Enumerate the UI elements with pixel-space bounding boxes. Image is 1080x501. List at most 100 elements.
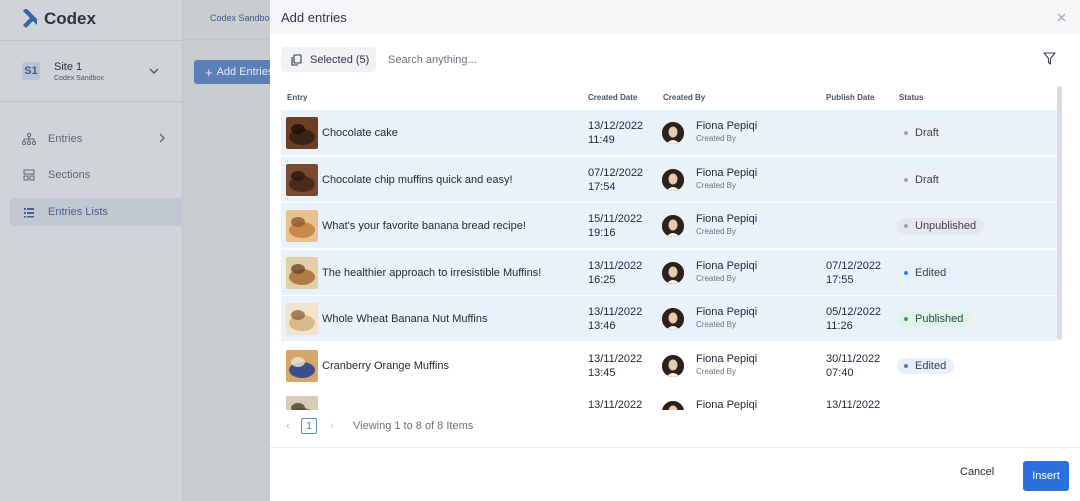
- entries-table: Entry Created Date Created By Publish Da…: [281, 84, 1057, 410]
- author-role: Created By: [696, 134, 737, 143]
- author-name: Fiona Pepiqi: [696, 259, 758, 272]
- cancel-button[interactable]: Cancel: [960, 466, 994, 478]
- created-date-time: 13:46: [588, 320, 616, 332]
- publish-date-time: 11:26: [826, 320, 853, 332]
- table-row[interactable]: Chocolate cake 13/12/2022 11:49 Fiona Pepiq…: [281, 110, 1057, 156]
- created-date-time: 17:54: [588, 180, 616, 193]
- sidebar-item-label: Entries: [48, 133, 83, 145]
- table-scrollbar[interactable]: [1057, 86, 1062, 340]
- publish-date-day: 13/11/2022: [826, 399, 881, 410]
- publish-date: 30/11/2022 07:40: [826, 352, 880, 380]
- status-dot: [904, 224, 908, 228]
- modal-title: Add entries: [281, 10, 347, 25]
- status-label: Edited: [915, 266, 947, 279]
- created-date-day: 13/11/2022: [588, 399, 643, 410]
- entry-title: Cranberry Orange Muffins: [322, 359, 449, 372]
- copy-icon: [291, 53, 302, 66]
- chevron-right-icon: [159, 132, 165, 146]
- site-switcher[interactable]: S1 Site 1 Codex Sandbox: [0, 40, 183, 102]
- chevron-right-icon[interactable]: ›: [325, 420, 339, 432]
- modal-header: Add entries: [270, 0, 1080, 34]
- created-date-day: 13/11/2022: [588, 259, 643, 272]
- logo: Codex: [22, 9, 96, 29]
- sidebar-item-label: Entries Lists: [48, 206, 108, 218]
- plus-icon: +: [205, 64, 213, 80]
- column-header-publish-date[interactable]: Publish Date: [826, 93, 874, 102]
- author-name: Fiona Pepiqi: [696, 213, 758, 225]
- column-header-entry[interactable]: Entry: [287, 93, 307, 102]
- search-input[interactable]: [388, 47, 1018, 72]
- avatar: [662, 308, 684, 330]
- table-row[interactable]: What's your favorite banana bread recipe…: [281, 203, 1057, 249]
- sidebar-item-sections[interactable]: Sections: [10, 161, 183, 189]
- add-entries-label: Add Entries: [216, 66, 274, 78]
- selected-button[interactable]: Selected (5): [281, 47, 376, 72]
- status-label: Unpublished: [915, 220, 977, 232]
- created-date-day: 15/11/2022: [588, 213, 643, 225]
- publish-date: 13/11/2022: [826, 398, 880, 410]
- publish-date-day: 05/12/2022: [826, 306, 882, 318]
- hierarchy-icon: [22, 132, 36, 146]
- table-row[interactable]: The healthier approach to irresistible M…: [281, 249, 1057, 296]
- created-date: 15/11/2022 19:16: [588, 212, 642, 240]
- table-row[interactable]: 13/11/2022 Fiona Pepiqi 13/11/2022: [281, 389, 1057, 410]
- author-role: Created By: [696, 180, 737, 190]
- publish-date: 05/12/2022 11:26: [826, 305, 881, 333]
- entry-thumbnail: [286, 256, 318, 289]
- created-date: 13/11/2022 13:46: [588, 305, 642, 333]
- breadcrumb[interactable]: Codex Sandbox: [210, 13, 274, 23]
- modal-toolbar: Selected (5): [270, 34, 1080, 84]
- status-label: Draft: [915, 127, 939, 139]
- created-date: 13/12/2022 11:49: [588, 119, 643, 147]
- created-date-time: 13:45: [588, 366, 616, 379]
- column-header-created-date[interactable]: Created Date: [588, 93, 637, 102]
- avatar: [662, 122, 684, 144]
- publish-date-day: 30/11/2022: [826, 352, 881, 365]
- list-icon: [22, 205, 36, 219]
- table-row[interactable]: Whole Wheat Banana Nut Muffins 13/11/2022…: [281, 296, 1057, 342]
- site-badge: S1: [22, 62, 40, 80]
- codex-logo-icon: [22, 9, 38, 29]
- chevron-left-icon[interactable]: ‹: [281, 420, 295, 432]
- brand-name: Codex: [44, 9, 96, 28]
- sidebar-item-label: Sections: [48, 169, 91, 181]
- table-row[interactable]: Chocolate chip muffins quick and easy! 07…: [281, 156, 1057, 203]
- status-dot: [904, 363, 908, 368]
- entry-thumbnail: [286, 117, 318, 149]
- avatar: [662, 168, 684, 191]
- created-date-time: 19:16: [588, 227, 616, 239]
- close-icon[interactable]: [1057, 9, 1066, 25]
- author-name: Fiona Pepiqi: [696, 120, 758, 132]
- filter-icon[interactable]: [1043, 52, 1056, 65]
- entry-title: Chocolate chip muffins quick and easy!: [322, 173, 513, 186]
- publish-date-time: 17:55: [826, 273, 854, 286]
- status-badge: Edited: [897, 264, 955, 281]
- sidebar-item-entries-lists[interactable]: Entries Lists: [10, 198, 183, 226]
- pagination: ‹ 1 › Viewing 1 to 8 of 8 Items: [281, 416, 473, 436]
- site-subtitle: Codex Sandbox: [54, 74, 104, 82]
- sections-icon: [22, 168, 36, 182]
- entry-thumbnail: [286, 163, 318, 196]
- sidebar-item-entries[interactable]: Entries: [10, 125, 183, 153]
- column-header-status[interactable]: Status: [899, 93, 923, 102]
- created-date: 13/11/2022 13:45: [588, 352, 642, 380]
- avatar: [662, 354, 684, 377]
- status-label: Draft: [915, 173, 939, 186]
- author-role: Created By: [696, 227, 737, 236]
- page-number[interactable]: 1: [301, 418, 317, 434]
- created-date-day: 13/11/2022: [588, 352, 643, 365]
- status-dot: [904, 317, 908, 321]
- entry-title: Chocolate cake: [322, 127, 398, 139]
- modal-footer: Cancel Insert: [270, 447, 1080, 501]
- column-header-created-by[interactable]: Created By: [663, 93, 705, 102]
- insert-button[interactable]: Insert: [1023, 461, 1069, 491]
- entry-thumbnail: [286, 210, 318, 242]
- author-role: Created By: [696, 320, 737, 329]
- created-date: 07/12/2022 17:54: [588, 166, 643, 194]
- status-dot: [904, 270, 908, 275]
- selected-label: Selected (5): [310, 53, 370, 66]
- sidebar: Codex S1 Site 1 Codex Sandbox Entries Se…: [0, 0, 183, 501]
- status-badge: Draft: [897, 171, 947, 188]
- add-entries-modal: Add entries Selected (5) Entry Created D…: [270, 0, 1080, 501]
- table-row[interactable]: Cranberry Orange Muffins 13/11/2022 13:45 F…: [281, 342, 1057, 389]
